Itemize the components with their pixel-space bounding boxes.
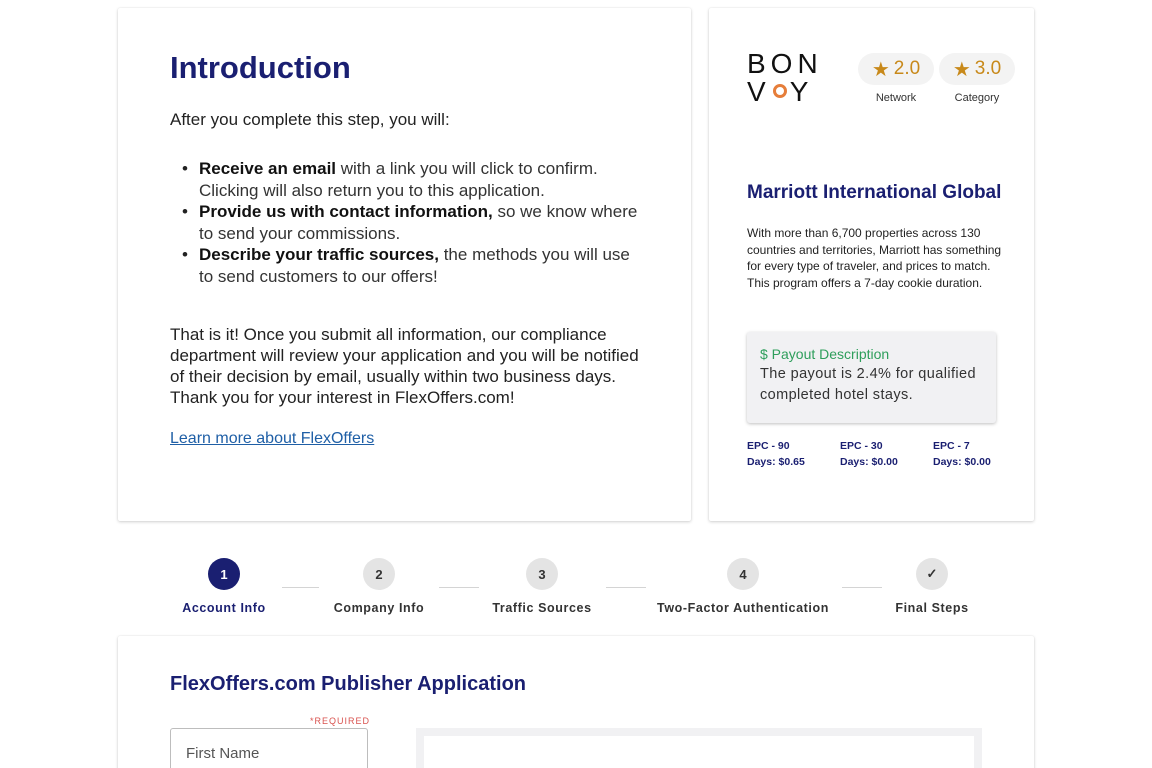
side-panel-inner xyxy=(424,736,974,768)
payout-text: The payout is 2.4% for qualified complet… xyxy=(760,366,976,403)
step-company-info[interactable]: 2 Company Info xyxy=(329,558,429,615)
step-connector xyxy=(842,587,882,588)
step-label: Two-Factor Authentication xyxy=(657,601,829,615)
step-number: 1 xyxy=(208,558,240,590)
rating-value: 3.0 xyxy=(974,58,1002,79)
application-title: FlexOffers.com Publisher Application xyxy=(170,673,526,695)
rating-pill: ★ 2.0 xyxy=(858,53,934,85)
logo-line-2: VY xyxy=(747,78,827,106)
step-connector xyxy=(439,587,479,588)
rating-caption: Category xyxy=(954,92,1000,104)
rating-value: 2.0 xyxy=(893,58,921,79)
logo-line-1: BON xyxy=(747,48,823,79)
epc-value: Days: $0.00 xyxy=(840,456,898,468)
rating-caption: Network xyxy=(875,92,917,104)
step-traffic-sources[interactable]: 3 Traffic Sources xyxy=(482,558,602,615)
step-connector xyxy=(282,587,319,588)
step-label: Final Steps xyxy=(895,601,969,615)
epc-7: EPC - 7 Days: $0.00 xyxy=(933,438,1013,470)
step-number: 2 xyxy=(363,558,395,590)
step-label: Account Info xyxy=(182,601,266,615)
intro-bullet-list: Receive an email with a link you will cl… xyxy=(170,158,645,287)
star-icon: ★ xyxy=(871,58,890,81)
step-number: 4 xyxy=(727,558,759,590)
offer-name: Marriott International Global xyxy=(747,182,1002,203)
step-label: Traffic Sources xyxy=(492,601,592,615)
learn-more-link[interactable]: Learn more about FlexOffers xyxy=(170,430,374,448)
application-card: FlexOffers.com Publisher Application *RE… xyxy=(118,636,1034,768)
rating-pill: ★ 3.0 xyxy=(939,53,1015,85)
side-panel xyxy=(416,728,982,768)
bonvoy-logo: BON VY xyxy=(747,50,827,106)
step-account-info[interactable]: 1 Account Info xyxy=(174,558,274,615)
offer-card: BON VY ★ 2.0 Network ★ 3.0 Category Marrio… xyxy=(709,8,1034,521)
check-icon: ✓ xyxy=(916,558,948,590)
logo-letter: V xyxy=(747,76,771,107)
list-item: Receive an email with a link you will cl… xyxy=(170,158,645,201)
epc-label: EPC - 30 xyxy=(840,440,883,452)
star-icon: ★ xyxy=(952,58,971,81)
intro-title: Introduction xyxy=(170,50,351,85)
bullet-bold: Receive an email xyxy=(199,159,337,178)
intro-lead: After you complete this step, you will: xyxy=(170,110,450,129)
epc-30: EPC - 30 Days: $0.00 xyxy=(840,438,920,470)
step-label: Company Info xyxy=(333,601,425,615)
step-number: 3 xyxy=(526,558,558,590)
logo-letter: Y xyxy=(789,76,814,107)
epc-label: EPC - 7 xyxy=(933,440,970,452)
required-label: *REQUIRED xyxy=(310,716,371,726)
step-final-steps[interactable]: ✓ Final Steps xyxy=(887,558,977,615)
intro-paragraph: That is it! Once you submit all informat… xyxy=(170,325,639,407)
epc-value: Days: $0.00 xyxy=(933,456,991,468)
introduction-card: Introduction After you complete this ste… xyxy=(118,8,691,521)
logo-ring-icon xyxy=(772,83,787,98)
list-item: Provide us with contact information, so … xyxy=(170,201,645,244)
payout-title: $ Payout Description xyxy=(760,346,890,362)
payout-box: $ Payout Description The payout is 2.4% … xyxy=(747,332,996,423)
bullet-bold: Provide us with contact information, xyxy=(199,202,493,221)
step-connector xyxy=(606,587,646,588)
category-rating: ★ 3.0 Category xyxy=(939,53,1015,104)
epc-label: EPC - 90 xyxy=(747,440,790,452)
list-item: Describe your traffic sources, the metho… xyxy=(170,244,645,287)
epc-90: EPC - 90 Days: $0.65 xyxy=(747,438,827,470)
network-rating: ★ 2.0 Network xyxy=(858,53,934,104)
first-name-field[interactable] xyxy=(170,728,368,768)
epc-value: Days: $0.65 xyxy=(747,456,805,468)
bullet-bold: Describe your traffic sources, xyxy=(199,245,439,264)
step-two-factor[interactable]: 4 Two-Factor Authentication xyxy=(653,558,833,615)
offer-description: With more than 6,700 properties across 1… xyxy=(747,226,1002,290)
